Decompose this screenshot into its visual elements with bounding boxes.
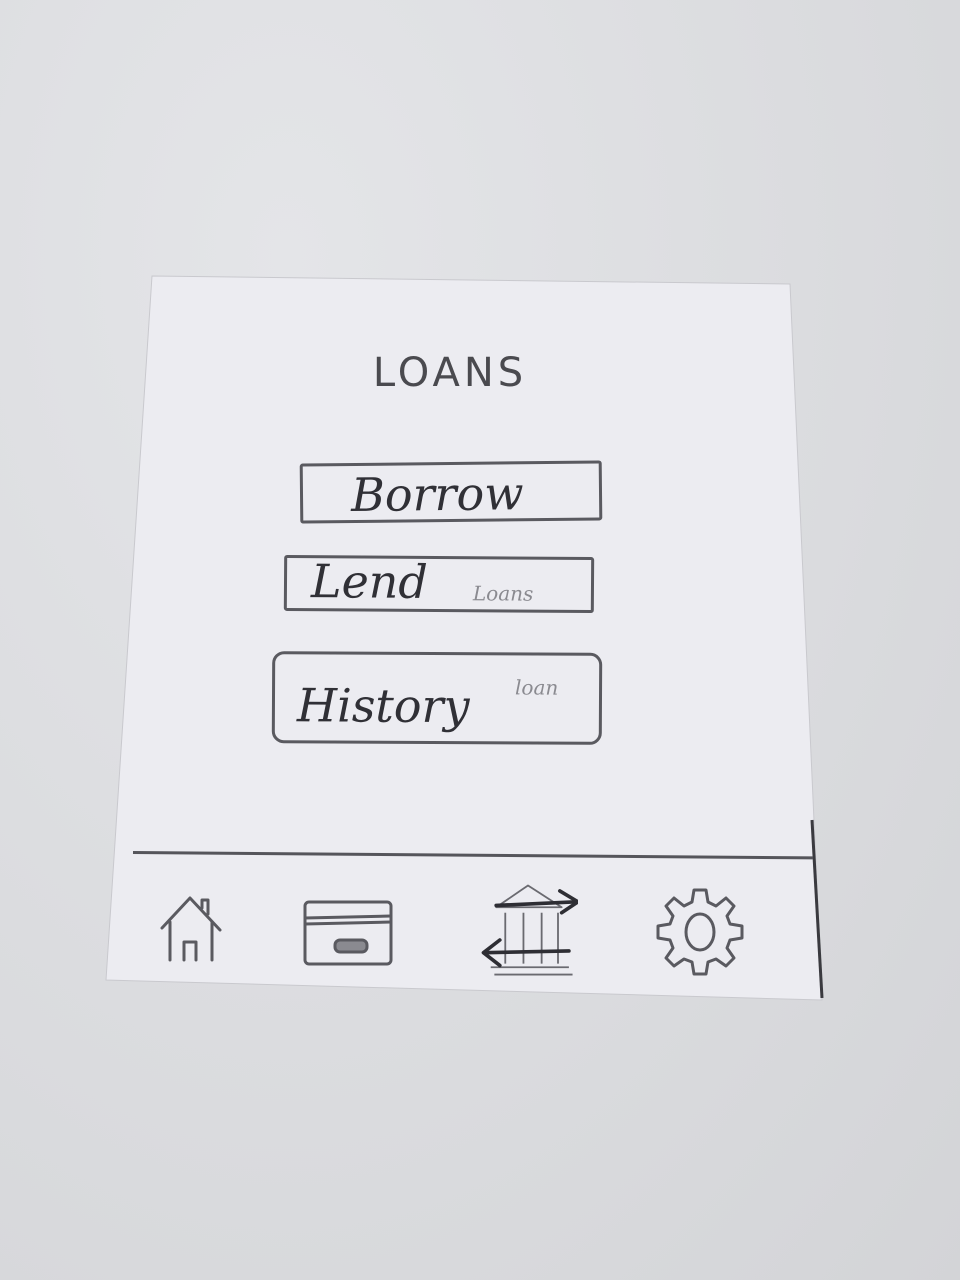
home-icon xyxy=(160,896,222,962)
bank-transfer-icon xyxy=(481,884,580,976)
tab-cards[interactable] xyxy=(295,880,395,980)
borrow-button[interactable]: Borrow xyxy=(299,460,603,524)
lend-label: Lend xyxy=(310,554,429,609)
gear-icon xyxy=(656,888,744,976)
history-label: History xyxy=(296,678,470,734)
tab-home[interactable] xyxy=(150,880,250,980)
paper-sheet xyxy=(105,275,824,1001)
tab-settings[interactable] xyxy=(650,880,750,980)
lend-sublabel: Loans xyxy=(472,581,534,606)
borrow-label: Borrow xyxy=(350,466,524,523)
history-sublabel: loan xyxy=(514,675,559,700)
page-title: LOANS xyxy=(372,350,528,396)
history-button[interactable]: History loan xyxy=(271,651,603,745)
lend-button[interactable]: Lend Loans xyxy=(283,554,595,614)
card-icon xyxy=(303,900,393,966)
tab-loans[interactable] xyxy=(478,880,580,980)
